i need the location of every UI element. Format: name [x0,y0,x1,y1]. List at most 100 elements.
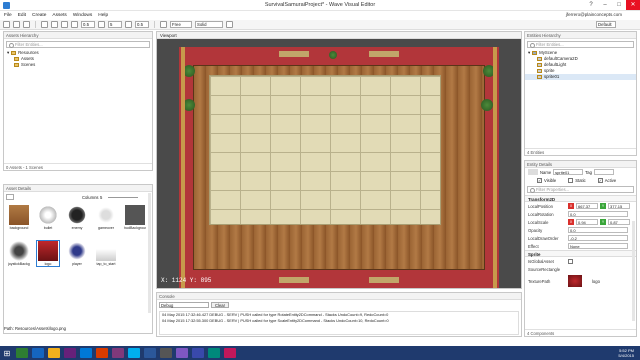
log-level-select[interactable]: Debug [159,302,209,308]
menu-edit[interactable]: Edit [18,13,26,18]
viewport-panel[interactable]: Viewport X: 1124 Y: 895 [156,31,522,289]
x-axis-icon: X [568,219,574,225]
scale-snap-icon[interactable] [125,21,132,28]
tatami-floor-sprite[interactable] [209,75,441,225]
asset-item[interactable]: gameover [95,205,117,230]
snap-input[interactable]: 0.5 [81,21,95,28]
local-scale-row: LocalScale X 0.94 Y 0.87 [525,218,636,226]
plant-sprite[interactable] [329,51,337,59]
app-icon[interactable] [176,348,188,358]
tree-item-scenes[interactable]: Scenes [4,62,152,68]
transform-section[interactable]: Transform2D [525,195,636,202]
camera-mode-select[interactable]: Free [170,21,192,28]
local-scale-y[interactable]: 0.87 [608,219,630,225]
camera-icon[interactable] [160,21,167,28]
path-value: Resources\Assets\logo.png [14,326,66,331]
collapse-icon[interactable]: ▾ [528,50,530,56]
asset-item[interactable]: joystickBackgro.. [8,241,30,266]
visible-checkbox[interactable]: ✓ [537,177,542,183]
help-button[interactable]: ? [584,0,598,10]
menu-create[interactable]: Create [32,13,46,18]
opacity-slider[interactable]: 0.0 [568,227,628,233]
app-icon[interactable] [208,348,220,358]
user-account[interactable]: jferrero@plainconcepts.com [566,12,622,17]
app-icon[interactable] [224,348,236,358]
skype-icon[interactable] [128,348,140,358]
asset-item-selected[interactable]: logo [36,240,60,267]
excel-icon[interactable] [16,348,28,358]
collapse-icon[interactable]: ▾ [7,50,9,56]
is-global-asset-checkbox[interactable] [568,258,573,264]
local-draw-order-input[interactable]: -0.2 [568,235,628,241]
folder-icon [14,57,19,61]
local-rotation-input[interactable]: 0.0 [568,211,628,217]
local-position-y[interactable]: 377.15 [608,203,630,209]
columns-value[interactable]: 5 [100,195,102,200]
menu-help[interactable]: Help [98,13,108,18]
name-input[interactable]: sprite01 [553,169,584,175]
wave-editor-icon[interactable] [192,348,204,358]
tree-item-entity-selected[interactable]: sprite01 [525,74,636,80]
entities-filter-input[interactable]: Filter Entities... [527,41,634,48]
clear-button[interactable]: Clear [211,302,230,308]
local-draw-order-row: LocalDrawOrder -0.2 [525,234,636,242]
local-scale-x[interactable]: 0.94 [576,219,598,225]
minimize-button[interactable]: – [598,0,612,10]
snap-icon[interactable] [71,21,78,28]
layout-select[interactable]: Default [596,21,616,28]
play-icon[interactable] [226,21,233,28]
local-draw-order-label: LocalDrawOrder [528,235,559,241]
move-tool-icon[interactable] [41,21,48,28]
effect-select[interactable]: None [568,243,628,249]
menu-assets[interactable]: Assets [52,13,66,18]
start-button[interactable]: ⊞ [0,346,14,360]
asset-label: gameover [98,226,114,230]
asset-item[interactable]: bullet [37,205,59,230]
asset-thumbnail [125,205,145,225]
open-icon[interactable] [13,21,20,28]
angle-input[interactable]: 5 [108,21,122,28]
pillar [181,47,185,288]
properties-filter-input[interactable]: Filter Properties... [527,186,634,193]
scene-canvas[interactable] [179,47,499,288]
clock[interactable]: 5:52 PM 5/4/2015 [618,348,634,358]
texture-thumbnail[interactable] [568,275,582,287]
viewport-tab[interactable]: Viewport [157,32,521,39]
static-checkbox[interactable] [568,177,574,183]
asset-item[interactable]: player [66,241,88,266]
asset-item[interactable]: enemy [66,205,88,230]
word-icon[interactable] [144,348,156,358]
visual-studio-icon[interactable] [64,348,76,358]
close-button[interactable]: ✕ [626,0,640,10]
maximize-button[interactable]: □ [612,0,626,10]
local-position-x[interactable]: 667.37 [576,203,598,209]
new-icon[interactable] [3,21,10,28]
onenote-icon[interactable] [112,348,124,358]
save-icon[interactable] [23,21,30,28]
sprite-section[interactable]: Sprite [525,250,636,257]
scale-tool-icon[interactable] [61,21,68,28]
columns-slider[interactable] [108,197,138,198]
outlook-icon[interactable] [80,348,92,358]
view-mode-icon[interactable] [6,194,14,200]
asset-item[interactable]: hudBackground [124,205,146,230]
scale-input[interactable]: 0.5 [135,21,149,28]
plant-sprite[interactable] [481,99,493,111]
asset-item[interactable]: background [8,205,30,230]
ie-icon[interactable] [32,348,44,358]
app-icon[interactable] [160,348,172,358]
active-checkbox[interactable]: ✓ [597,177,603,183]
scrollbar[interactable] [148,193,151,313]
menu-windows[interactable]: Windows [73,13,92,18]
assets-filter-input[interactable]: Filter Entities... [6,41,150,48]
rotate-tool-icon[interactable] [51,21,58,28]
powerpoint-icon[interactable] [96,348,108,358]
menu-file[interactable]: File [4,13,12,18]
source-rectangle-row: SourceRectangle [525,265,636,273]
folder-icon[interactable] [48,348,60,358]
angle-snap-icon[interactable] [98,21,105,28]
tag-input[interactable] [593,169,614,175]
asset-item[interactable]: tap_to_start [95,241,117,266]
scrollbar[interactable] [632,221,635,321]
render-mode-select[interactable]: Solid [195,21,223,28]
